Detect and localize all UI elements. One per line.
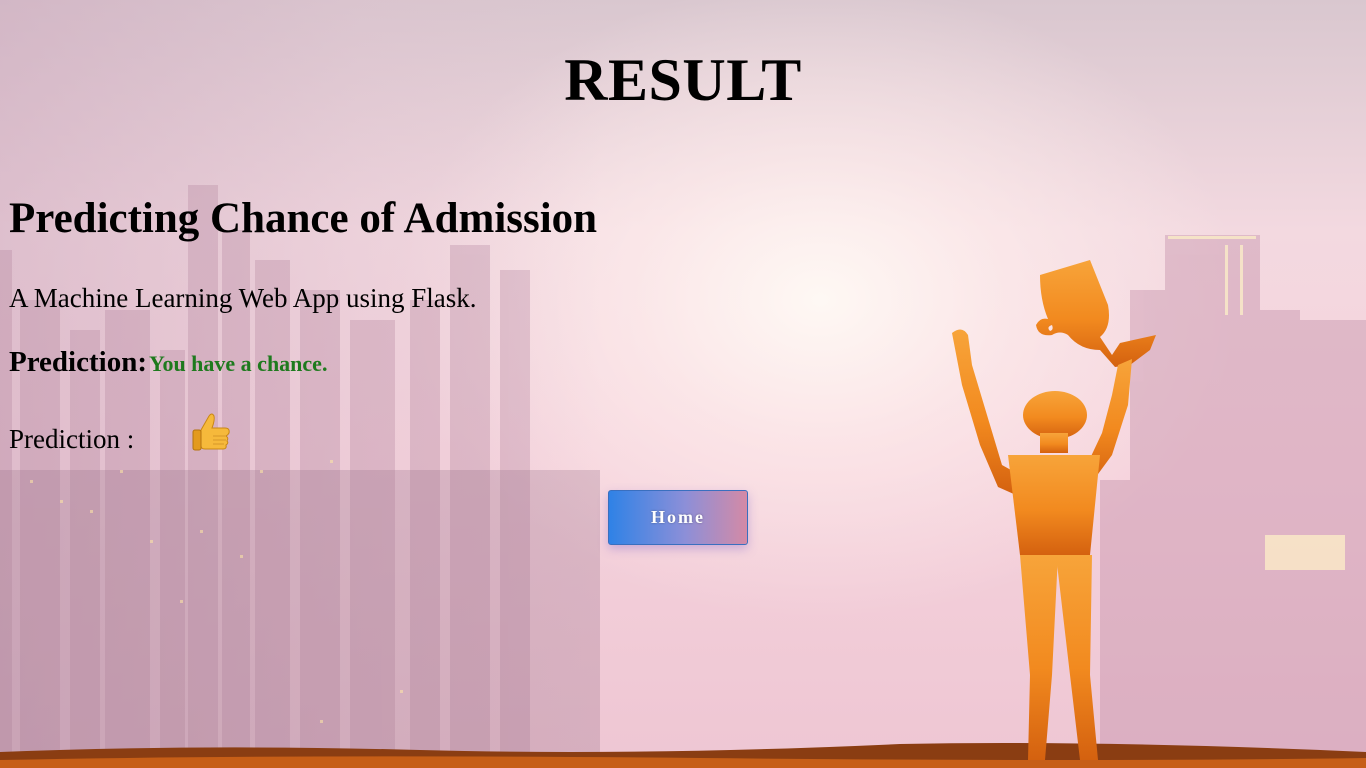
trophy-winner-silhouette-icon [952,260,1156,760]
page-title: RESULT [564,47,802,113]
main-heading: Predicting Chance of Admission [9,195,598,242]
prediction-icon-label: Prediction : [9,424,135,454]
home-button[interactable]: Home [608,490,748,545]
thumbs-up-icon [192,413,230,451]
prediction-label: Prediction: [9,346,147,378]
prediction-result: You have a chance. [149,351,328,376]
subtitle: A Machine Learning Web App using Flask. [9,283,477,313]
prediction-line: Prediction:You have a chance. [9,346,327,379]
background-image [0,0,1366,768]
